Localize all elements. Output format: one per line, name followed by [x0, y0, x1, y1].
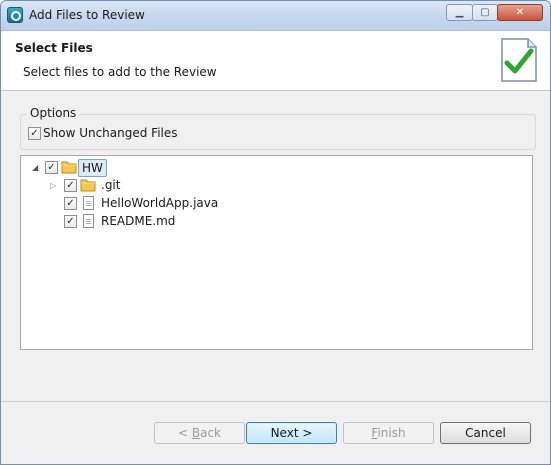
file-icon: [83, 214, 94, 228]
file-tree[interactable]: ◢ ✓ HW ▷ ✓ .git ✓ HelloWorldApp.java ✓ R…: [20, 155, 533, 350]
options-group-label: Options: [27, 106, 80, 120]
tree-item-readme[interactable]: README.md: [101, 214, 175, 228]
tree-item-git[interactable]: .git: [101, 178, 120, 192]
collapse-arrow-icon[interactable]: ◢: [32, 163, 38, 172]
button-bar: < Back Next > Finish Cancel: [1, 401, 550, 464]
tree-item-hw[interactable]: HW: [78, 159, 107, 177]
file-icon: [83, 196, 94, 210]
git-checkbox[interactable]: ✓: [64, 179, 77, 192]
window-title: Add Files to Review: [29, 8, 145, 22]
tree-item-helloworldapp[interactable]: HelloWorldApp.java: [101, 196, 218, 210]
next-button[interactable]: Next >: [246, 422, 337, 444]
folder-icon: [80, 179, 96, 192]
back-button[interactable]: < Back: [154, 422, 245, 444]
folder-icon: [61, 161, 77, 174]
readme-checkbox[interactable]: ✓: [64, 215, 77, 228]
wizard-header: Select Files Select files to add to the …: [1, 31, 550, 91]
helloworld-checkbox[interactable]: ✓: [64, 197, 77, 210]
finish-button[interactable]: Finish: [343, 422, 434, 444]
cancel-button[interactable]: Cancel: [440, 422, 531, 444]
hw-checkbox[interactable]: ✓: [45, 161, 58, 174]
page-subtitle: Select files to add to the Review: [23, 65, 217, 79]
expand-arrow-icon[interactable]: ▷: [50, 181, 56, 190]
maximize-button[interactable]: ▢: [472, 4, 498, 21]
app-icon: [7, 7, 23, 23]
show-unchanged-label[interactable]: Show Unchanged Files: [43, 126, 178, 140]
title-bar[interactable]: Add Files to Review ▁ ▢ ✕: [1, 1, 550, 31]
close-button[interactable]: ✕: [497, 4, 543, 21]
minimize-button[interactable]: ▁: [446, 4, 473, 21]
checklist-icon: [501, 38, 537, 82]
show-unchanged-checkbox[interactable]: ✓: [28, 127, 41, 140]
dialog-window: Add Files to Review ▁ ▢ ✕ Select Files S…: [0, 0, 551, 465]
page-title: Select Files: [15, 41, 93, 55]
